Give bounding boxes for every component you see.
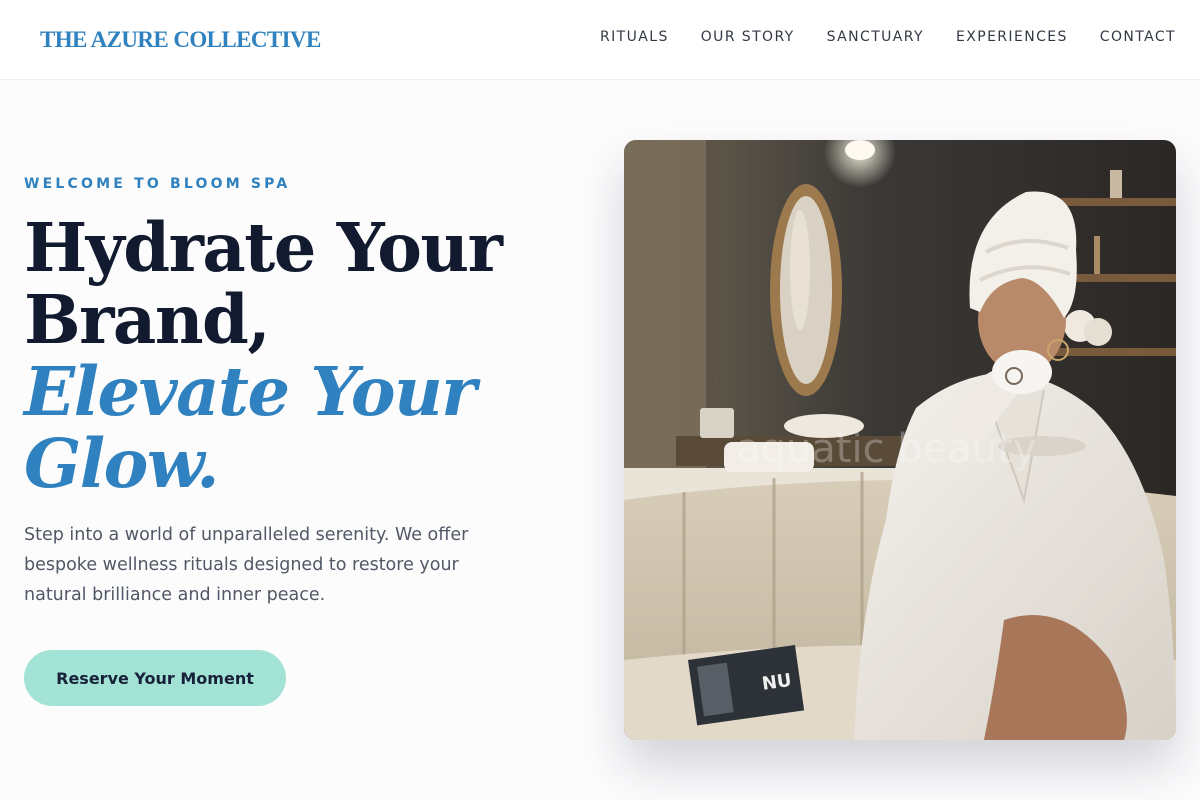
svg-text:NU: NU [761, 670, 793, 695]
headline-accent-line-2: Glow. [24, 424, 220, 503]
hero-image: NU aquatic beauty [624, 140, 1176, 740]
main-nav: RITUALS OUR STORY SANCTUARY EXPERIENCES … [568, 29, 1176, 45]
nav-link-rituals[interactable]: RITUALS [600, 29, 669, 45]
nav-link-sanctuary[interactable]: SANCTUARY [827, 29, 924, 45]
nav-link-experiences[interactable]: EXPERIENCES [956, 29, 1068, 45]
headline-accent-line-1: Elevate Your [24, 352, 477, 431]
image-watermark: aquatic beauty [736, 426, 1037, 472]
brand-logo[interactable]: THE AZURE COLLECTIVE [40, 27, 321, 53]
headline-line-1: Hydrate Your [24, 208, 503, 287]
spa-scene-illustration: NU aquatic beauty [624, 140, 1176, 740]
hero-description: Step into a world of unparalleled sereni… [24, 525, 469, 605]
site-header: THE AZURE COLLECTIVE RITUALS OUR STORY S… [0, 0, 1200, 80]
nav-link-our-story[interactable]: OUR STORY [701, 29, 795, 45]
headline-line-2: Brand, [24, 280, 271, 359]
nav-link-contact[interactable]: CONTACT [1100, 29, 1176, 45]
reserve-button[interactable]: Reserve Your Moment [24, 650, 286, 706]
hero-eyebrow: WELCOME TO BLOOM SPA [24, 176, 291, 192]
hero-headline: Hydrate Your Brand, Elevate Your Glow. [24, 212, 584, 500]
